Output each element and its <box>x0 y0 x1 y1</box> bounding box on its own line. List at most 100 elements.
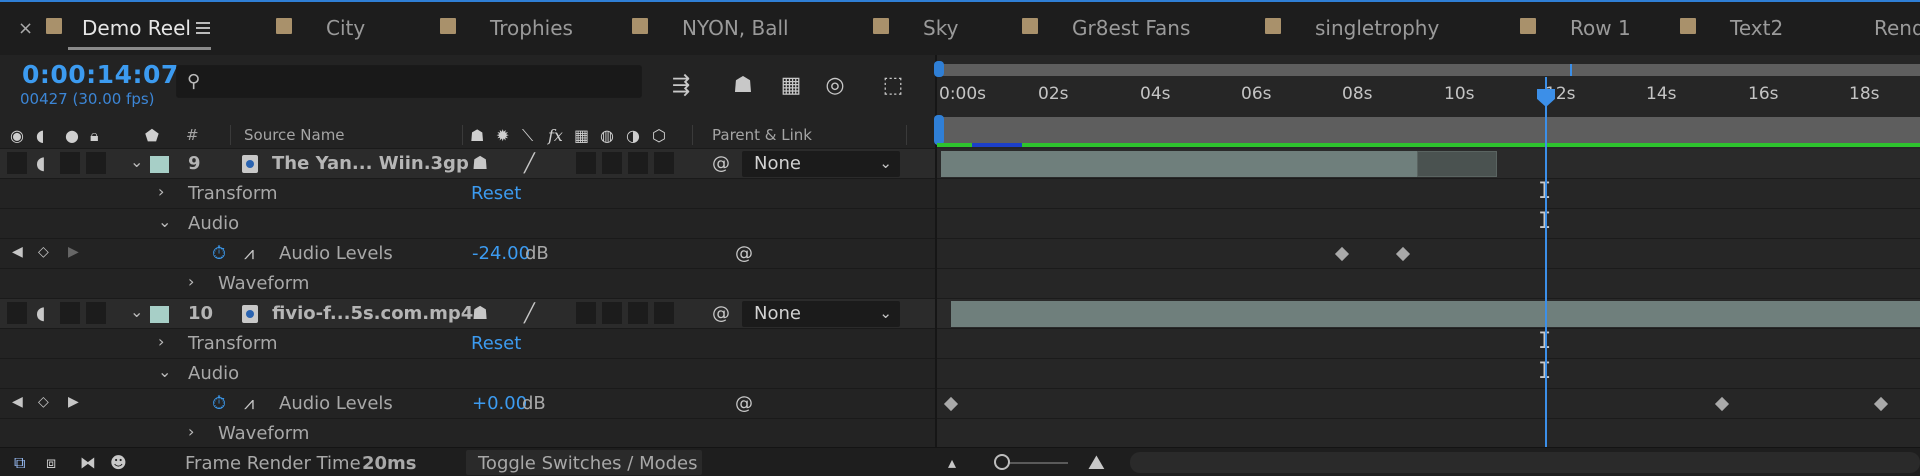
property-row-audio-levels[interactable]: ◀ ◇ ▶ ⏱ ⩘ Audio Levels +0.00 dB @ <box>0 389 935 419</box>
prev-keyframe-icon[interactable]: ◀ <box>12 244 23 260</box>
chevron-down-icon[interactable]: ⌄ <box>158 362 171 381</box>
lock-switch[interactable] <box>86 302 106 324</box>
transform-reset-link[interactable]: Reset <box>471 333 521 354</box>
work-area-start-handle[interactable] <box>934 115 944 145</box>
shy-switch-icon[interactable]: ☗ <box>470 126 484 145</box>
shy-switch-icon[interactable]: ☗ <box>472 153 488 174</box>
layer-clip-extent[interactable] <box>1417 151 1497 177</box>
chevron-right-icon[interactable]: › <box>158 332 164 351</box>
layer-clip-bar[interactable] <box>941 151 1417 177</box>
switch-cell[interactable] <box>628 302 648 324</box>
audio-speaker-icon[interactable]: ◖ <box>36 153 45 174</box>
audio-speaker-icon[interactable]: ◖ <box>36 303 45 324</box>
property-row-audio[interactable]: ⌄ Audio <box>0 359 935 389</box>
video-switch[interactable] <box>7 152 27 174</box>
pick-whip-icon[interactable]: @ <box>712 153 730 174</box>
switch-cell[interactable] <box>576 152 596 174</box>
layer-label-color[interactable] <box>150 306 169 323</box>
column-parent-link[interactable]: Parent & Link <box>712 126 812 144</box>
zoom-out-icon[interactable]: ▴ <box>948 453 956 472</box>
motion-blur-switch-icon[interactable]: ◍ <box>600 126 614 145</box>
layer-clip-bar[interactable] <box>951 301 1920 327</box>
next-keyframe-icon[interactable]: ▶ <box>68 244 79 260</box>
video-switch[interactable] <box>7 302 27 324</box>
layer-row[interactable]: ◖ ⌄ 10 fivio-f...5s.com.mp4 ☗ ╱ @ None ⌄ <box>0 299 935 329</box>
time-ruler[interactable]: 0:00s 02s 04s 06s 08s 10s 12s 14s 16s 18… <box>937 77 1920 117</box>
video-eye-icon[interactable]: ◉ <box>10 126 24 145</box>
panel-menu-icon[interactable] <box>196 22 210 34</box>
solo-dot-icon[interactable]: ● <box>65 126 79 145</box>
solo-switch[interactable] <box>60 302 80 324</box>
label-tag-icon[interactable]: ⬟ <box>145 126 159 145</box>
adjustment-switch-icon[interactable]: ◑ <box>626 126 640 145</box>
switch-cell[interactable] <box>602 152 622 174</box>
composition-flowchart-icon[interactable]: ⇶ <box>664 71 698 101</box>
audio-levels-value[interactable]: -24.00 <box>472 243 530 264</box>
chevron-down-icon[interactable]: ⌄ <box>158 212 171 231</box>
keyframe-diamond[interactable] <box>1334 246 1350 262</box>
chevron-right-icon[interactable]: › <box>158 182 164 201</box>
switch-cell[interactable] <box>628 152 648 174</box>
audio-levels-value[interactable]: +0.00 <box>472 393 527 414</box>
track-row[interactable] <box>937 299 1920 329</box>
quality-switch-icon[interactable]: ╱ <box>524 303 535 324</box>
layer-switches-toggle-icon[interactable]: ⧉ <box>14 453 25 473</box>
effects-switch-icon[interactable]: fx <box>548 126 563 145</box>
audio-speaker-icon[interactable]: ◖ <box>36 126 44 145</box>
property-row-transform[interactable]: › Transform Reset <box>0 329 935 359</box>
shy-layers-icon[interactable]: ☗ <box>726 71 760 101</box>
property-row-audio[interactable]: ⌄ Audio <box>0 209 935 239</box>
quality-switch-icon[interactable]: ╱ <box>524 153 535 174</box>
add-keyframe-icon[interactable]: ◇ <box>38 244 49 260</box>
layer-name[interactable]: fivio-f...5s.com.mp4 <box>272 303 473 324</box>
pick-whip-icon[interactable]: @ <box>712 303 730 324</box>
search-input[interactable]: ⚲ <box>176 65 642 98</box>
keyframe-diamond[interactable] <box>1714 396 1730 412</box>
current-time-indicator-line[interactable] <box>1545 77 1547 447</box>
property-row-waveform[interactable]: › Waveform <box>0 269 935 299</box>
frame-blending-icon[interactable]: ▦ <box>774 71 808 101</box>
zoom-in-icon[interactable]: ⛰ <box>1088 450 1105 474</box>
render-time-toggle-icon[interactable]: ☻ <box>110 453 127 472</box>
motion-blur-icon[interactable]: ◎ <box>818 71 852 101</box>
add-keyframe-icon[interactable]: ◇ <box>38 394 49 410</box>
graph-editor-icon[interactable]: ⬚ <box>876 71 910 101</box>
layer-label-color[interactable] <box>150 156 169 173</box>
stopwatch-icon[interactable]: ⏱ <box>212 243 226 264</box>
transform-reset-link[interactable]: Reset <box>471 183 521 204</box>
chevron-right-icon[interactable]: › <box>188 422 194 441</box>
collapse-switch-icon[interactable]: ✹ <box>496 126 509 145</box>
zoom-slider-knob[interactable] <box>994 454 1010 470</box>
chevron-down-icon[interactable]: ⌄ <box>130 302 143 321</box>
quality-switch-icon[interactable]: ⟍ <box>522 126 533 146</box>
solo-switch[interactable] <box>60 152 80 174</box>
property-row-waveform[interactable]: › Waveform <box>0 419 935 449</box>
lock-switch[interactable] <box>86 152 106 174</box>
current-time-display[interactable]: 0:00:14:07 <box>22 60 179 89</box>
keyframe-diamond[interactable] <box>1873 396 1889 412</box>
lock-icon[interactable]: 🔒︎ <box>90 126 99 146</box>
parent-dropdown[interactable]: None ⌄ <box>742 151 900 177</box>
column-source-name[interactable]: Source Name <box>244 126 345 144</box>
layer-name[interactable]: The Yan... Wiin.3gp <box>272 153 469 174</box>
navigator-start-handle[interactable] <box>934 61 944 77</box>
property-row-audio-levels[interactable]: ◀ ◇ ▶ ⏱ ⩘ Audio Levels -24.00 dB @ <box>0 239 935 269</box>
frame-blend-switch-icon[interactable]: ▦ <box>574 126 589 145</box>
switch-cell[interactable] <box>654 152 674 174</box>
close-tab-icon[interactable]: × <box>18 18 33 39</box>
shy-switch-icon[interactable]: ☗ <box>472 303 488 324</box>
next-keyframe-icon[interactable]: ▶ <box>68 394 79 410</box>
zoom-slider-track[interactable] <box>1002 462 1068 464</box>
stopwatch-icon[interactable]: ⏱ <box>212 393 226 414</box>
timeline-horizontal-scrollbar[interactable] <box>1130 452 1920 473</box>
switch-cell[interactable] <box>654 302 674 324</box>
transfer-controls-toggle-icon[interactable]: ⧈ <box>46 453 56 473</box>
keyframe-diamond[interactable] <box>943 396 959 412</box>
expression-pick-whip-icon[interactable]: @ <box>735 393 753 414</box>
timeline-area[interactable]: 0:00s 02s 04s 06s 08s 10s 12s 14s 16s 18… <box>934 55 1920 449</box>
switch-cell[interactable] <box>602 302 622 324</box>
chevron-right-icon[interactable]: › <box>188 272 194 291</box>
graph-icon[interactable]: ⩘ <box>244 243 254 264</box>
expression-pick-whip-icon[interactable]: @ <box>735 243 753 264</box>
layer-row[interactable]: ◖ ⌄ 9 The Yan... Wiin.3gp ☗ ╱ @ None ⌄ <box>0 149 935 179</box>
